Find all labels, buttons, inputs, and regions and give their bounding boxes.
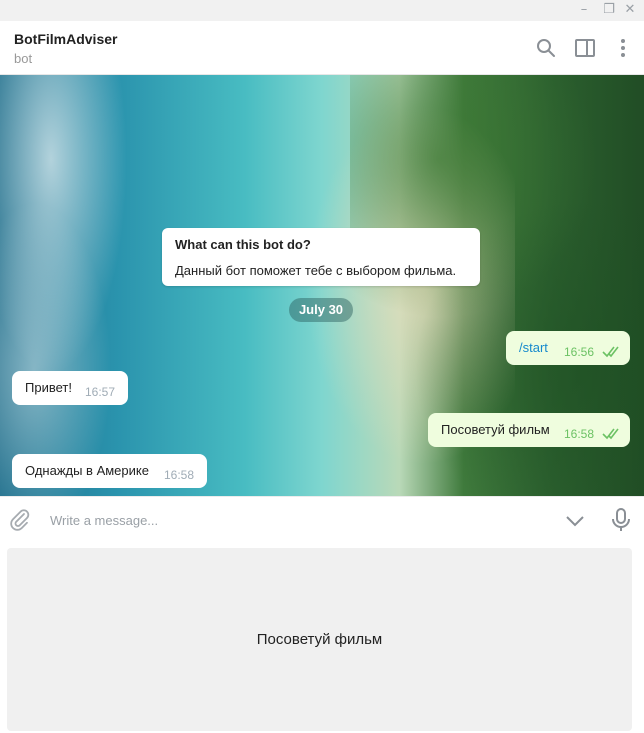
search-icon[interactable] <box>535 37 557 59</box>
message-time: 16:58 <box>564 427 595 441</box>
bot-info-text: Данный бот поможет тебе с выбором фильма… <box>175 263 457 278</box>
message-outgoing[interactable]: Посоветуй фильм 16:58 <box>428 413 630 447</box>
date-separator: July 30 <box>289 298 353 322</box>
paperclip-icon[interactable] <box>8 508 32 532</box>
sidebar-panel-icon[interactable] <box>574 37 596 59</box>
background-wallpaper <box>0 75 170 496</box>
minimize-button[interactable]: – <box>576 2 592 18</box>
message-time: 16:56 <box>564 345 595 359</box>
message-incoming[interactable]: Привет! 16:57 <box>12 371 128 405</box>
message-incoming[interactable]: Однажды в Америке 16:58 <box>12 454 207 488</box>
chat-history[interactable]: What can this bot do? Данный бот поможет… <box>0 75 644 496</box>
more-vertical-icon[interactable] <box>612 37 634 59</box>
microphone-icon[interactable] <box>609 507 633 533</box>
chevron-down-icon[interactable] <box>563 509 587 533</box>
double-check-icon <box>602 346 619 358</box>
message-text: Посоветуй фильм <box>441 422 550 437</box>
message-time: 16:57 <box>85 385 116 399</box>
chat-title[interactable]: BotFilmAdviser <box>14 31 117 47</box>
bot-info-card: What can this bot do? Данный бот поможет… <box>162 228 480 286</box>
close-window-button[interactable]: ✕ <box>622 2 638 18</box>
keyboard-button-advise-film[interactable]: Посоветуй фильм <box>7 548 632 731</box>
bot-reply-keyboard: Посоветуй фильм <box>0 542 644 733</box>
double-check-icon <box>602 428 619 440</box>
message-text: Привет! <box>25 380 72 395</box>
message-time: 16:58 <box>164 468 195 482</box>
chat-subtitle: bot <box>14 51 33 66</box>
message-text[interactable]: /start <box>519 340 548 355</box>
message-outgoing[interactable]: /start 16:56 <box>506 331 630 365</box>
window-titlebar: – ❐ ✕ <box>0 0 644 21</box>
bot-info-title: What can this bot do? <box>175 237 311 252</box>
restore-window-button[interactable]: ❐ <box>601 2 617 18</box>
message-text: Однажды в Америке <box>25 463 149 478</box>
message-composer <box>0 496 644 542</box>
message-input[interactable] <box>50 510 540 530</box>
chat-header: BotFilmAdviser bot <box>0 21 644 75</box>
